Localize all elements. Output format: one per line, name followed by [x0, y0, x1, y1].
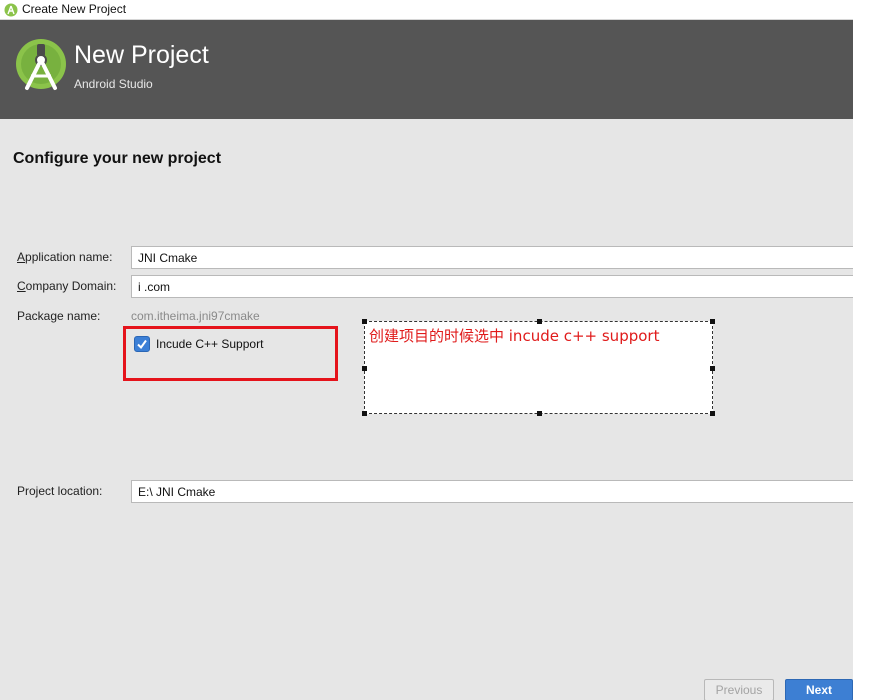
- window-title: Create New Project: [22, 2, 127, 16]
- project-location-input[interactable]: E:\ JNI Cmake: [131, 480, 853, 503]
- header-banner: New Project Android Studio: [0, 20, 853, 119]
- page-subheading: Android Studio: [74, 77, 153, 91]
- highlight-box: [123, 326, 338, 381]
- application-name-label: Application name:: [17, 250, 113, 264]
- resize-handle[interactable]: [710, 411, 715, 416]
- annotation-textbox[interactable]: 创建项目的时候选中 incude c++ support: [362, 319, 715, 416]
- resize-handle[interactable]: [710, 319, 715, 324]
- resize-handle[interactable]: [537, 319, 542, 324]
- project-location-label: Project location:: [17, 484, 103, 498]
- resize-handle[interactable]: [710, 366, 715, 371]
- company-domain-input[interactable]: i .com: [131, 275, 853, 298]
- page-heading: New Project: [74, 41, 209, 69]
- resize-handle[interactable]: [362, 319, 367, 324]
- android-studio-icon: [4, 3, 18, 17]
- annotation-text: 创建项目的时候选中 incude c++ support: [369, 327, 660, 345]
- package-name-label: Package name:: [17, 309, 101, 323]
- title-bar: Create New Project: [0, 0, 853, 20]
- create-project-window: Create New Project New Project Android S…: [0, 0, 853, 700]
- next-button[interactable]: Next: [785, 679, 853, 700]
- resize-handle[interactable]: [537, 411, 542, 416]
- company-domain-label: Company Domain:: [17, 279, 117, 293]
- android-studio-logo: [16, 39, 66, 90]
- package-name-value: com.itheima.jni97cmake: [131, 309, 260, 323]
- section-title: Configure your new project: [13, 150, 222, 167]
- application-name-input[interactable]: JNI Cmake: [131, 246, 853, 269]
- resize-handle[interactable]: [362, 411, 367, 416]
- resize-handle[interactable]: [362, 366, 367, 371]
- previous-button[interactable]: Previous: [704, 679, 774, 700]
